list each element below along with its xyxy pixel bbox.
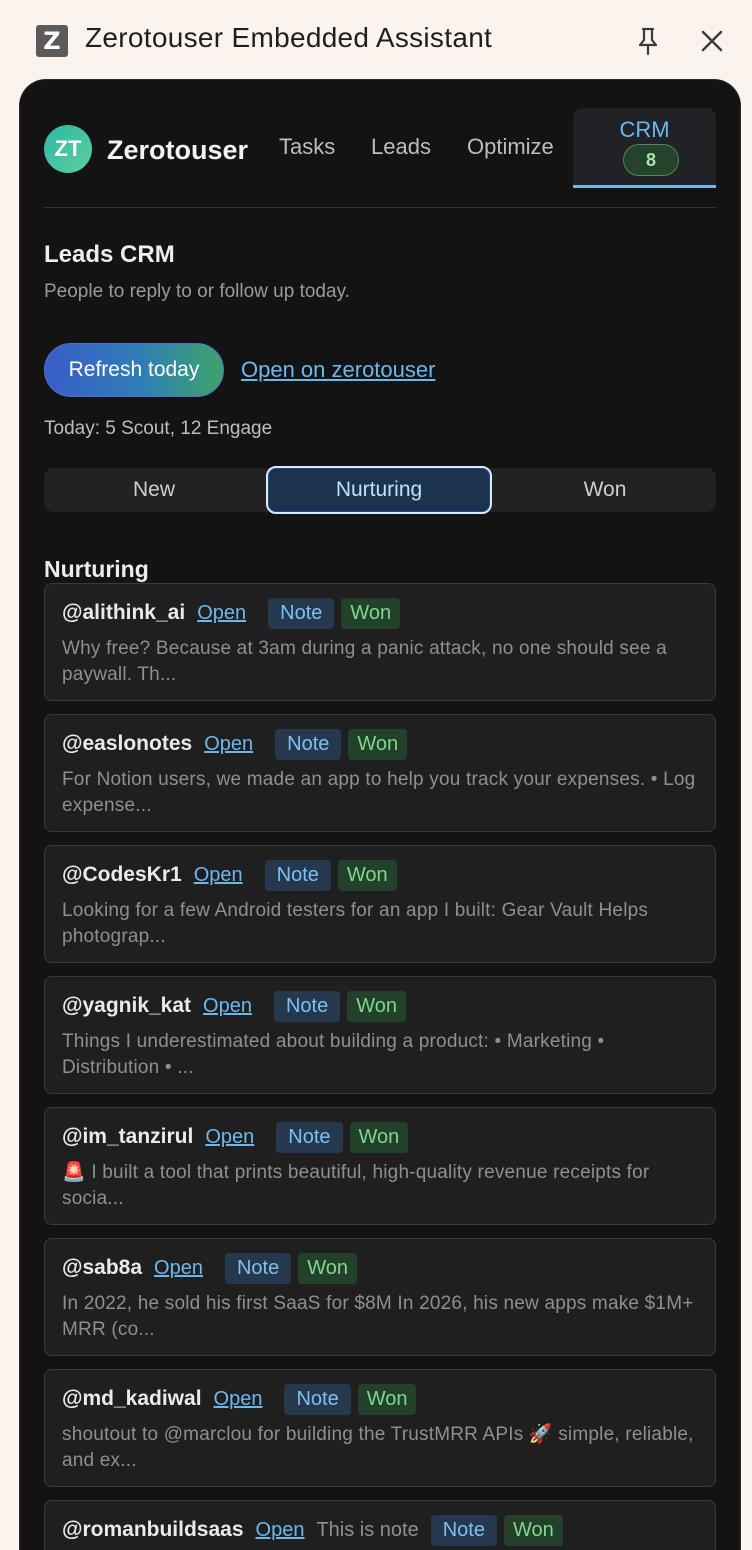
lead-snippet: In 2022, he sold his first SaaS for $8M … bbox=[62, 1293, 694, 1340]
lead-snippet: Looking for a few Android testers for an… bbox=[62, 900, 649, 947]
tab-crm[interactable]: CRM 8 bbox=[573, 108, 716, 188]
won-button[interactable]: Won bbox=[349, 1121, 409, 1153]
lead-handle: @im_tanzirul bbox=[62, 1125, 194, 1148]
tab-tasks[interactable]: Tasks bbox=[279, 134, 335, 160]
lead-handle: @yagnik_kat bbox=[62, 994, 192, 1017]
lead-handle: @md_kadiwal bbox=[62, 1387, 202, 1410]
lead-card-header: @im_tanzirul Open Note Won bbox=[62, 1120, 409, 1154]
tab-optimize[interactable]: Optimize bbox=[467, 134, 554, 160]
crm-count-badge: 8 bbox=[623, 144, 679, 176]
lead-note-text: This is note bbox=[316, 1518, 419, 1541]
close-icon[interactable] bbox=[696, 24, 728, 58]
brand-name: Zerotouser bbox=[107, 135, 249, 165]
segment-new[interactable]: New bbox=[44, 468, 264, 512]
won-button[interactable]: Won bbox=[357, 1383, 417, 1415]
lead-card: @im_tanzirul Open Note Won 🚨 I built a t… bbox=[44, 1107, 716, 1225]
lead-card-header: @alithink_ai Open Note Won bbox=[62, 596, 401, 630]
won-button[interactable]: Won bbox=[348, 728, 408, 760]
open-lead-link[interactable]: Open bbox=[197, 602, 246, 625]
window-title: Zerotouser Embedded Assistant bbox=[85, 22, 493, 53]
lead-snippet: 🚨 I built a tool that prints beautiful, … bbox=[62, 1162, 650, 1209]
lead-card: @romanbuildsaas Open This is note Note W… bbox=[44, 1500, 716, 1550]
lead-snippet: shoutout to @marclou for building the Tr… bbox=[62, 1424, 694, 1471]
note-button[interactable]: Note bbox=[224, 1252, 292, 1284]
open-lead-link[interactable]: Open bbox=[204, 733, 253, 756]
won-button[interactable]: Won bbox=[347, 990, 406, 1022]
today-summary: Today: 5 Scout, 12 Engage bbox=[44, 418, 273, 439]
open-lead-link[interactable]: Open bbox=[194, 864, 243, 887]
lead-card-header: @romanbuildsaas Open This is note Note W… bbox=[62, 1513, 563, 1547]
note-button[interactable]: Note bbox=[284, 1383, 351, 1415]
lead-handle: @sab8a bbox=[62, 1256, 143, 1279]
open-lead-link[interactable]: Open bbox=[154, 1257, 203, 1280]
note-button[interactable]: Note bbox=[264, 859, 331, 891]
lead-snippet: Things I underestimated about building a… bbox=[62, 1031, 605, 1078]
open-lead-link[interactable]: Open bbox=[256, 1519, 305, 1542]
lead-card: @yagnik_kat Open Note Won Things I under… bbox=[44, 976, 716, 1094]
avatar: ZT bbox=[44, 125, 92, 173]
pin-icon[interactable] bbox=[634, 24, 662, 58]
open-lead-link[interactable]: Open bbox=[203, 995, 252, 1018]
app-icon: Z bbox=[36, 25, 68, 57]
lead-snippet: For Notion users, we made an app to help… bbox=[62, 769, 696, 816]
lead-handle: @easlonotes bbox=[62, 732, 193, 755]
tab-leads[interactable]: Leads bbox=[371, 134, 431, 160]
lead-card-header: @CodesKr1 Open Note Won bbox=[62, 858, 397, 892]
lead-card-header: @sab8a Open Note Won bbox=[62, 1251, 357, 1285]
window-titlebar: Z Zerotouser Embedded Assistant bbox=[0, 0, 752, 80]
lead-handle: @romanbuildsaas bbox=[62, 1518, 244, 1541]
lead-card-header: @yagnik_kat Open Note Won bbox=[62, 989, 406, 1023]
refresh-today-button[interactable]: Refresh today bbox=[44, 343, 224, 397]
lead-card: @alithink_ai Open Note Won Why free? Bec… bbox=[44, 583, 716, 701]
page-title: Leads CRM bbox=[44, 241, 175, 268]
won-button[interactable]: Won bbox=[337, 859, 397, 891]
lead-card-header: @md_kadiwal Open Note Won bbox=[62, 1382, 417, 1416]
lead-card: @easlonotes Open Note Won For Notion use… bbox=[44, 714, 716, 832]
lead-snippet: Why free? Because at 3am during a panic … bbox=[62, 638, 667, 685]
assistant-panel: ZT Zerotouser Tasks Leads Optimize CRM 8… bbox=[20, 80, 740, 1550]
won-button[interactable]: Won bbox=[503, 1514, 563, 1546]
open-on-zerotouser-link[interactable]: Open on zerotouser bbox=[241, 357, 435, 383]
tab-crm-label: CRM bbox=[619, 117, 670, 142]
lead-card: @md_kadiwal Open Note Won shoutout to @m… bbox=[44, 1369, 716, 1487]
lead-card: @sab8a Open Note Won In 2022, he sold hi… bbox=[44, 1238, 716, 1356]
note-button[interactable]: Note bbox=[268, 597, 335, 629]
stage-segmented-control: New Nurturing Won bbox=[44, 466, 716, 514]
lead-card: @CodesKr1 Open Note Won Looking for a fe… bbox=[44, 845, 716, 963]
note-button[interactable]: Note bbox=[276, 1121, 343, 1153]
note-button[interactable]: Note bbox=[430, 1514, 497, 1546]
segment-nurturing[interactable]: Nurturing bbox=[266, 466, 492, 514]
lead-handle: @alithink_ai bbox=[62, 601, 186, 624]
note-button[interactable]: Note bbox=[273, 990, 341, 1022]
lead-card-header: @easlonotes Open Note Won bbox=[62, 727, 408, 761]
open-lead-link[interactable]: Open bbox=[214, 1388, 263, 1411]
note-button[interactable]: Note bbox=[275, 728, 342, 760]
segment-won[interactable]: Won bbox=[494, 468, 716, 512]
won-button[interactable]: Won bbox=[298, 1252, 357, 1284]
lead-handle: @CodesKr1 bbox=[62, 863, 182, 886]
open-lead-link[interactable]: Open bbox=[205, 1126, 254, 1149]
page-subtitle: People to reply to or follow up today. bbox=[44, 281, 350, 302]
list-title: Nurturing bbox=[44, 556, 149, 582]
won-button[interactable]: Won bbox=[341, 597, 401, 629]
top-nav: ZT Zerotouser Tasks Leads Optimize CRM 8 bbox=[44, 108, 716, 208]
